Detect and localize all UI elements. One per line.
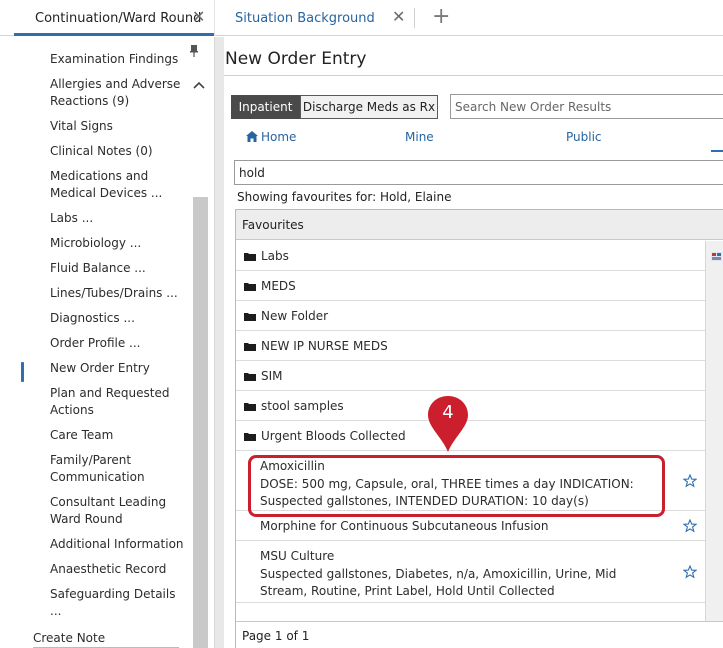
folder-row-new-ip-nurse-meds[interactable]: NEW IP NURSE MEDS [236, 331, 705, 361]
tab-label: Continuation/Ward Round [35, 10, 202, 26]
order-name: Morphine for Continuous Subcutaneous Inf… [260, 519, 549, 533]
favourites-subtabs: Home Mine Public [224, 125, 723, 152]
step-number: 4 [442, 402, 454, 423]
folder-row-new-folder[interactable]: New Folder [236, 301, 705, 331]
folder-icon [244, 373, 256, 381]
subtab-public[interactable]: Public [566, 130, 602, 144]
search-input[interactable]: Search New Order Results [450, 94, 723, 119]
star-icon[interactable] [683, 474, 697, 488]
sidebar-item-clinical-notes[interactable]: Clinical Notes (0) [50, 143, 190, 160]
chevron-up-icon[interactable] [193, 81, 205, 89]
divider [224, 75, 723, 76]
folder-row-stool-samples[interactable]: stool samples [236, 391, 705, 421]
sidebar-item-anaesthetic-record[interactable]: Anaesthetic Record [50, 561, 190, 578]
sidebar: Examination Findings Allergies and Adver… [0, 37, 214, 648]
folder-name: stool samples [261, 399, 344, 413]
active-subtab-indicator [711, 150, 723, 152]
app-window: Continuation/Ward Round ✕ Situation Back… [0, 0, 723, 648]
favourites-list: Labs MEDS New Folder NEW IP NURSE MEDS S… [236, 241, 723, 603]
order-detail: Suspected gallstones, Diabetes, n/a, Amo… [260, 567, 617, 598]
folder-icon [244, 433, 256, 441]
folder-row-urgent-bloods[interactable]: Urgent Bloods Collected [236, 421, 705, 451]
subtab-home[interactable]: Home [246, 130, 296, 144]
close-icon[interactable]: ✕ [392, 9, 405, 25]
active-tab-indicator [14, 33, 214, 36]
folder-name: SIM [261, 369, 283, 383]
folder-icon [244, 253, 256, 261]
sidebar-item-diagnostics[interactable]: Diagnostics ... [50, 310, 190, 327]
sidebar-scrollbar[interactable] [193, 197, 208, 648]
favourites-header: Favourites [236, 210, 723, 240]
home-icon [246, 131, 258, 142]
sidebar-list: Examination Findings Allergies and Adver… [50, 52, 190, 628]
sidebar-item-fluid-balance[interactable]: Fluid Balance ... [50, 260, 190, 277]
tab-label: Situation Background [235, 10, 375, 26]
sidebar-item-allergies[interactable]: Allergies and Adverse Reactions (9) [50, 76, 190, 110]
favourites-panel: Favourites Labs MEDS New Folder NEW IP N… [235, 209, 723, 648]
folder-row-labs[interactable]: Labs [236, 241, 705, 271]
folder-icon [244, 313, 256, 321]
sidebar-item-microbiology[interactable]: Microbiology ... [50, 235, 190, 252]
subtab-mine[interactable]: Mine [405, 130, 434, 144]
sidebar-item-care-team[interactable]: Care Team [50, 427, 190, 444]
order-row-msu-culture[interactable]: MSU Culture Suspected gallstones, Diabet… [236, 541, 705, 603]
order-mode-toggle: Inpatient [231, 95, 300, 119]
sidebar-item-additional-information[interactable]: Additional Information [50, 536, 190, 553]
sidebar-item-labs[interactable]: Labs ... [50, 210, 190, 227]
sidebar-item-new-order-entry[interactable]: New Order Entry [50, 360, 190, 377]
sidebar-item-safeguarding[interactable]: Safeguarding Details ... [50, 586, 190, 620]
folder-icon [244, 283, 256, 291]
star-icon[interactable] [683, 519, 697, 533]
order-name: MSU Culture [260, 549, 335, 563]
folder-icon [244, 343, 256, 351]
active-item-indicator [21, 362, 24, 382]
folder-name: Labs [261, 249, 289, 263]
close-icon[interactable]: ✕ [192, 9, 205, 25]
pane-splitter[interactable] [214, 37, 224, 648]
favourites-owner-text: Showing favourites for: Hold, Elaine [237, 190, 452, 204]
subtab-home-label: Home [261, 130, 297, 144]
folder-row-meds[interactable]: MEDS [236, 271, 705, 301]
folder-row-sim[interactable]: SIM [236, 361, 705, 391]
sidebar-item-consultant-leading[interactable]: Consultant Leading Ward Round [50, 494, 190, 528]
folder-name: NEW IP NURSE MEDS [261, 339, 388, 353]
sidebar-item-family-communication[interactable]: Family/Parent Communication [50, 452, 190, 486]
sidebar-item-order-profile[interactable]: Order Profile ... [50, 335, 190, 352]
star-icon[interactable] [683, 565, 697, 579]
favourites-filter-input[interactable]: hold [234, 160, 723, 185]
tab-bar: Continuation/Ward Round ✕ Situation Back… [0, 0, 723, 36]
sidebar-item-examination-findings[interactable]: Examination Findings [50, 51, 190, 68]
step-highlight-box [248, 455, 665, 517]
inpatient-toggle-button[interactable]: Inpatient [231, 95, 300, 119]
folder-icon [244, 403, 256, 411]
sidebar-item-lines-tubes-drains[interactable]: Lines/Tubes/Drains ... [50, 285, 190, 302]
plus-icon[interactable]: + [432, 6, 450, 28]
pagination-text: Page 1 of 1 [236, 621, 723, 648]
create-note-link[interactable]: Create Note [33, 631, 105, 645]
tab-situation-background[interactable]: Situation Background ✕ [214, 0, 414, 36]
sidebar-item-plan-actions[interactable]: Plan and Requested Actions [50, 385, 190, 419]
pin-icon[interactable] [190, 45, 198, 60]
discharge-meds-toggle-button[interactable]: Discharge Meds as Rx [300, 95, 438, 119]
folder-name: Urgent Bloods Collected [261, 429, 406, 443]
folder-name: MEDS [261, 279, 296, 293]
tab-divider [414, 8, 415, 28]
page-title: New Order Entry [225, 49, 367, 69]
folder-name: New Folder [261, 309, 329, 323]
tab-continuation-ward-round[interactable]: Continuation/Ward Round ✕ [14, 0, 214, 36]
sidebar-item-medications[interactable]: Medications and Medical Devices ... [50, 168, 190, 202]
sidebar-item-vital-signs[interactable]: Vital Signs [50, 118, 190, 135]
main-pane: New Order Entry Inpatient Discharge Meds… [224, 37, 723, 648]
